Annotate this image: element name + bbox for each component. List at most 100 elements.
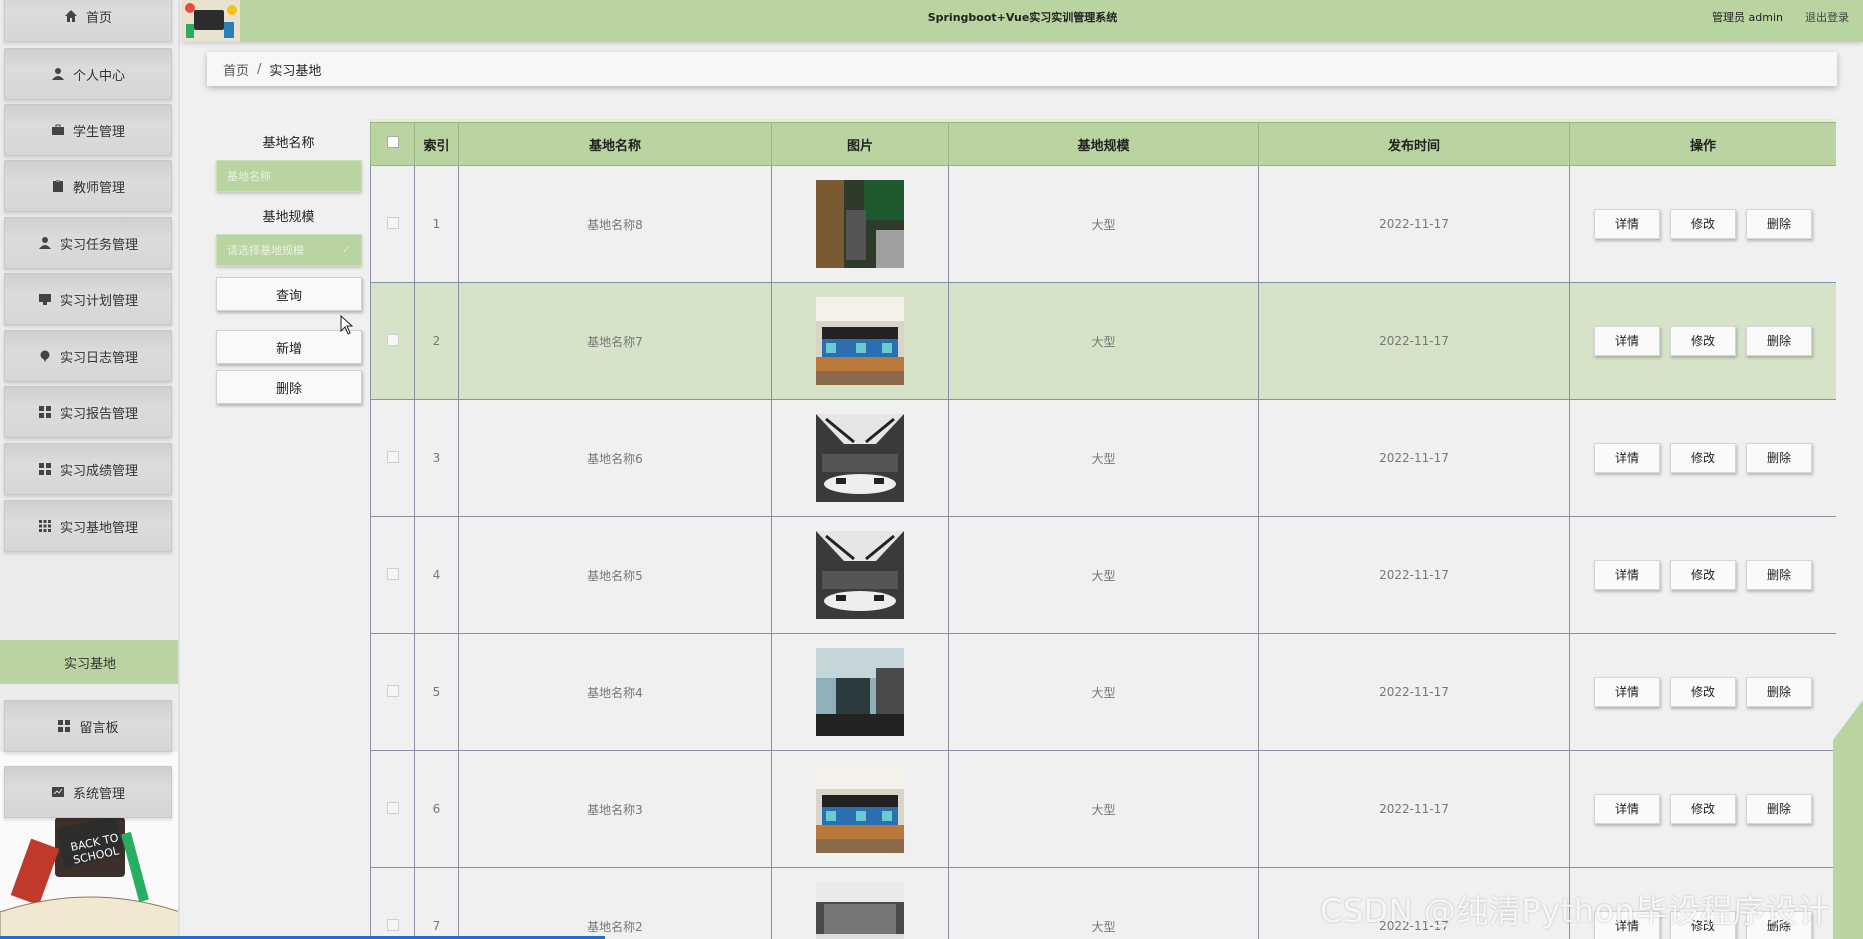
row-image-cell — [771, 399, 949, 517]
row-scale: 大型 — [948, 516, 1259, 634]
computer-lab-photo[interactable] — [816, 765, 904, 853]
row-base-name: 基地名称6 — [458, 399, 772, 517]
meeting-hall-photo[interactable] — [816, 414, 904, 502]
row-select-cell — [370, 867, 415, 939]
sidebar-item-0[interactable]: 首页 — [4, 0, 172, 42]
sidebar-item-extra-0[interactable]: 留言板 — [4, 700, 172, 752]
delete-button[interactable]: 删除 — [1746, 326, 1812, 356]
table-row[interactable]: 3 基地名称6 大型 2022-11-17 详情 修改 删除 — [370, 399, 1836, 517]
sidebar-item-label: 学生管理 — [72, 124, 125, 140]
table-row[interactable]: 1 基地名称8 大型 2022-11-17 详情 修改 删除 — [370, 165, 1836, 283]
row-scale: 大型 — [948, 165, 1259, 283]
detail-button[interactable]: 详情 — [1594, 677, 1660, 707]
home-icon — [64, 9, 78, 23]
edit-button[interactable]: 修改 — [1670, 560, 1736, 590]
query-button[interactable]: 查询 — [216, 277, 362, 311]
row-select-cell — [370, 165, 415, 283]
detail-button[interactable]: 详情 — [1594, 209, 1660, 239]
office-room-photo[interactable] — [816, 648, 904, 736]
row-base-name: 基地名称7 — [458, 282, 772, 400]
row-base-name: 基地名称5 — [458, 516, 772, 634]
breadcrumb-home[interactable]: 首页 — [223, 60, 249, 79]
sidebar-item-3[interactable]: 教师管理 — [4, 160, 172, 212]
user-icon — [51, 67, 65, 81]
sidebar-item-1[interactable]: 个人中心 — [4, 48, 172, 100]
row-image-cell — [771, 282, 949, 400]
base-name-label: 基地名称 — [262, 136, 315, 151]
row-actions: 详情 修改 删除 — [1569, 399, 1836, 517]
base-name-input[interactable]: 基地名称 — [216, 160, 362, 192]
column-header-name: 基地名称 — [458, 122, 772, 166]
office-photo[interactable] — [816, 180, 904, 268]
breadcrumb: 首页 / 实习基地 — [207, 52, 1837, 86]
table-header-row: 索引 基地名称 图片 基地规模 发布时间 操作 — [370, 122, 1836, 166]
row-index: 5 — [414, 633, 459, 751]
row-checkbox[interactable] — [386, 450, 399, 463]
column-header-date: 发布时间 — [1258, 122, 1570, 166]
delete-button[interactable]: 删除 — [1746, 209, 1812, 239]
delete-button[interactable]: 删除 — [1746, 911, 1812, 939]
column-header-scale: 基地规模 — [948, 122, 1259, 166]
detail-button[interactable]: 详情 — [1594, 443, 1660, 473]
grid-icon — [38, 462, 52, 476]
sidebar-item-7[interactable]: 实习报告管理 — [4, 386, 172, 438]
edit-button[interactable]: 修改 — [1670, 677, 1736, 707]
row-checkbox[interactable] — [386, 216, 399, 229]
pin-icon — [38, 349, 52, 363]
chart-icon — [51, 785, 65, 799]
row-checkbox[interactable] — [386, 567, 399, 580]
delete-button[interactable]: 删除 — [1746, 677, 1812, 707]
sidebar-item-4[interactable]: 实习任务管理 — [4, 217, 172, 269]
current-user: 管理员 admin — [1712, 11, 1783, 24]
table-row[interactable]: 5 基地名称4 大型 2022-11-17 详情 修改 删除 — [370, 633, 1836, 751]
row-checkbox[interactable] — [386, 333, 399, 346]
row-checkbox[interactable] — [386, 684, 399, 697]
edit-button[interactable]: 修改 — [1670, 326, 1736, 356]
row-image-cell — [771, 516, 949, 634]
table-row[interactable]: 4 基地名称5 大型 2022-11-17 详情 修改 删除 — [370, 516, 1836, 634]
sidebar-item-label: 实习基地 — [63, 656, 116, 672]
table-row[interactable]: 7 基地名称2 大型 2022-11-17 详情 修改 删除 — [370, 867, 1836, 939]
edit-button[interactable]: 修改 — [1670, 209, 1736, 239]
grid-icon — [57, 719, 71, 733]
batch-delete-button[interactable]: 删除 — [216, 370, 362, 404]
edit-button[interactable]: 修改 — [1670, 794, 1736, 824]
row-image-cell — [771, 867, 949, 939]
detail-button[interactable]: 详情 — [1594, 794, 1660, 824]
meeting-hall-photo[interactable] — [816, 531, 904, 619]
sidebar-item-label: 实习任务管理 — [59, 237, 138, 253]
delete-button[interactable]: 删除 — [1746, 560, 1812, 590]
base-table: 索引 基地名称 图片 基地规模 发布时间 操作 1 基地名称8 大型 2022-11-… — [370, 119, 1836, 939]
row-base-name: 基地名称2 — [458, 867, 772, 939]
detail-button[interactable]: 详情 — [1594, 560, 1660, 590]
base-scale-select[interactable]: 请选择基地规模 ✓ — [216, 234, 362, 266]
detail-button[interactable]: 详情 — [1594, 326, 1660, 356]
edit-button[interactable]: 修改 — [1670, 911, 1736, 939]
table-row[interactable]: 2 基地名称7 大型 2022-11-17 详情 修改 删除 — [370, 282, 1836, 400]
row-select-cell — [370, 399, 415, 517]
computer-lab-photo[interactable] — [816, 297, 904, 385]
delete-button[interactable]: 删除 — [1746, 443, 1812, 473]
row-checkbox[interactable] — [386, 801, 399, 814]
open-office-photo[interactable] — [816, 882, 904, 939]
select-all-checkbox[interactable] — [386, 136, 399, 148]
logout-link[interactable]: 退出登录 — [1805, 9, 1849, 25]
sidebar-item-6[interactable]: 实习日志管理 — [4, 330, 172, 382]
row-index: 1 — [414, 165, 459, 283]
sidebar-item-9[interactable]: 实习基地管理 — [4, 500, 172, 552]
sidebar-item-label: 首页 — [85, 10, 112, 26]
user-icon — [38, 236, 52, 250]
sidebar-item-8[interactable]: 实习成绩管理 — [4, 443, 172, 495]
row-checkbox[interactable] — [386, 918, 399, 931]
sidebar-item-active[interactable]: 实习基地 — [0, 640, 178, 684]
row-actions: 详情 修改 删除 — [1569, 282, 1836, 400]
detail-button[interactable]: 详情 — [1594, 911, 1660, 939]
delete-button[interactable]: 删除 — [1746, 794, 1812, 824]
sidebar-item-5[interactable]: 实习计划管理 — [4, 273, 172, 325]
table-row[interactable]: 6 基地名称3 大型 2022-11-17 详情 修改 删除 — [370, 750, 1836, 868]
sidebar-item-2[interactable]: 学生管理 — [4, 104, 172, 156]
column-header-actions: 操作 — [1569, 122, 1836, 166]
sidebar-item-extra-1[interactable]: 系统管理 — [4, 766, 172, 818]
row-index: 7 — [414, 867, 459, 939]
edit-button[interactable]: 修改 — [1670, 443, 1736, 473]
